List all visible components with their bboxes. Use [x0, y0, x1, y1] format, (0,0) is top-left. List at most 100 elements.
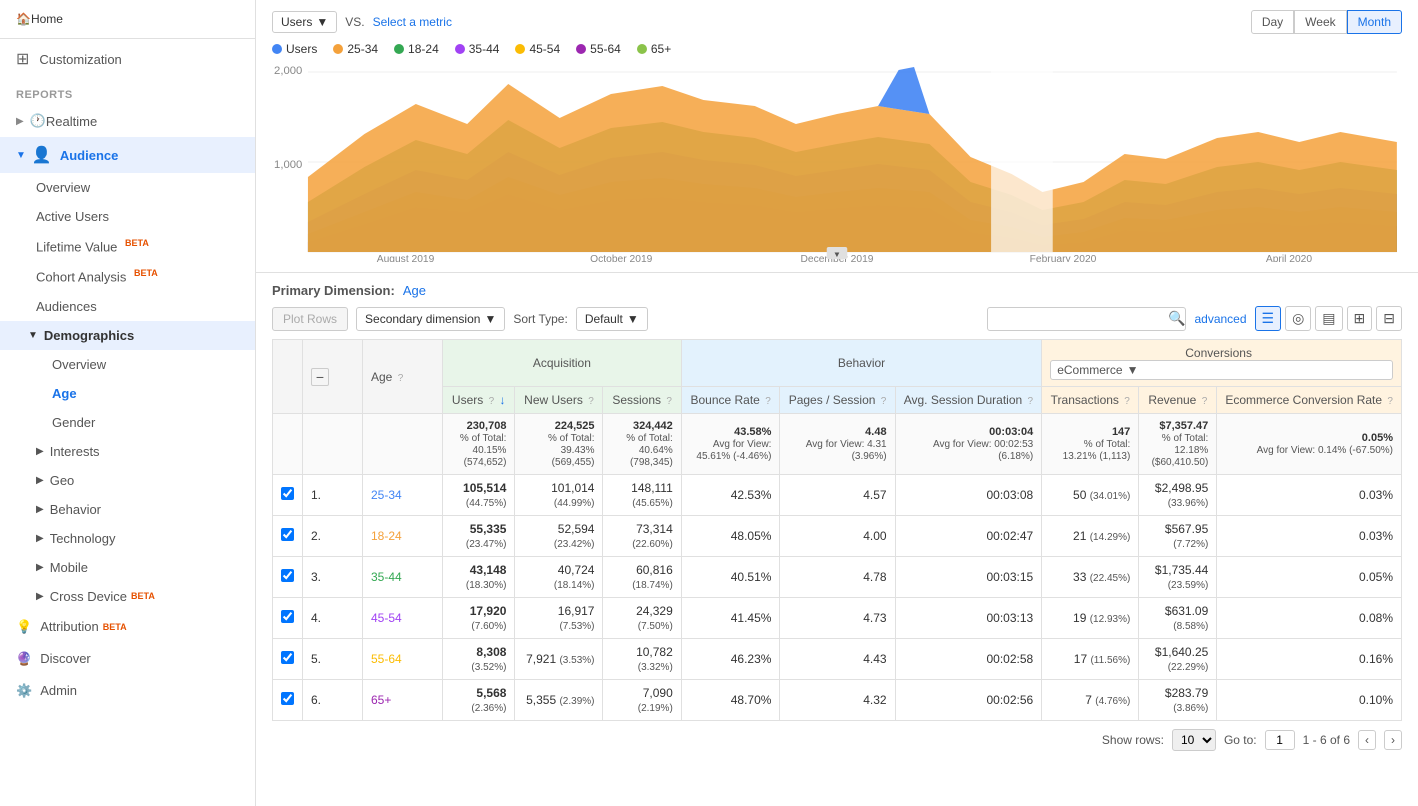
row-age-2[interactable]: 35-44 — [363, 557, 443, 598]
view-pie-btn[interactable]: ◎ — [1285, 306, 1311, 331]
th-ecommerce-conv[interactable]: Ecommerce Conversion Rate ? — [1217, 387, 1402, 414]
revenue-help[interactable]: ? — [1202, 396, 1208, 407]
search-button[interactable]: 🔍 — [1168, 310, 1185, 327]
row-age-0[interactable]: 25-34 — [363, 475, 443, 516]
row-avg-session-1: 00:02:47 — [895, 516, 1042, 557]
sidebar-realtime[interactable]: ▶ 🕐 Realtime — [0, 105, 255, 137]
behavior-label: Behavior — [50, 502, 101, 517]
sidebar-gender[interactable]: Gender — [0, 408, 255, 437]
users-help[interactable]: ? — [489, 396, 495, 407]
avg-session-help[interactable]: ? — [1028, 396, 1034, 407]
sidebar-mobile[interactable]: ▶ Mobile — [0, 553, 255, 582]
time-buttons: Day Week Month — [1251, 10, 1402, 34]
totals-users-pct: % of Total: 40.15% (574,652) — [460, 433, 507, 468]
sort-select[interactable]: Default ▼ — [576, 307, 648, 331]
sidebar-customization[interactable]: ⊞ Customization — [0, 39, 255, 79]
row-checkbox-4[interactable] — [273, 639, 303, 680]
sidebar-active-users[interactable]: Active Users — [0, 202, 255, 231]
th-pages-session[interactable]: Pages / Session ? — [780, 387, 895, 414]
minus-button[interactable]: − — [311, 368, 329, 386]
th-revenue[interactable]: Revenue ? — [1139, 387, 1217, 414]
customization-icon: ⊞ — [16, 49, 29, 69]
legend-dot-65plus — [637, 44, 647, 54]
row-checkbox-0[interactable] — [273, 475, 303, 516]
row-bounce-5: 48.70% — [681, 680, 780, 721]
sidebar-admin[interactable]: ⚙️ Admin — [0, 675, 255, 707]
legend-label-users: Users — [286, 42, 317, 56]
col-pages-session: Pages / Session — [789, 393, 876, 407]
plot-rows-button[interactable]: Plot Rows — [272, 307, 348, 331]
th-avg-session[interactable]: Avg. Session Duration ? — [895, 387, 1042, 414]
select-metric-link[interactable]: Select a metric — [373, 15, 452, 29]
page-range: 1 - 6 of 6 — [1303, 733, 1350, 747]
row-age-3[interactable]: 45-54 — [363, 598, 443, 639]
row-users-4: 8,308 (3.52%) — [443, 639, 515, 680]
ecommerce-select[interactable]: eCommerce ▼ — [1050, 360, 1393, 380]
time-btn-week[interactable]: Week — [1294, 10, 1346, 34]
sidebar-interests[interactable]: ▶ Interests — [0, 437, 255, 466]
th-sessions[interactable]: Sessions ? — [603, 387, 681, 414]
age-help-icon[interactable]: ? — [398, 373, 404, 384]
secondary-dimension-select[interactable]: Secondary dimension ▼ — [356, 307, 505, 331]
view-bar-btn[interactable]: ▤ — [1315, 306, 1342, 331]
sessions-help[interactable]: ? — [666, 396, 672, 407]
view-pivot-btn[interactable]: ⊞ — [1347, 306, 1373, 331]
sidebar-behavior[interactable]: ▶ Behavior — [0, 495, 255, 524]
primary-dim-value: Age — [403, 283, 426, 298]
sidebar-discover[interactable]: 🔮 Discover — [0, 643, 255, 675]
sidebar-audiences[interactable]: Audiences — [0, 292, 255, 321]
admin-label: Admin — [40, 683, 77, 698]
sidebar-technology[interactable]: ▶ Technology — [0, 524, 255, 553]
search-input[interactable] — [988, 308, 1168, 330]
sidebar-cohort-analysis[interactable]: Cohort Analysis BETA — [0, 261, 255, 291]
next-page-btn[interactable]: › — [1384, 730, 1402, 750]
rows-select[interactable]: 10 25 50 — [1172, 729, 1216, 751]
row-age-5[interactable]: 65+ — [363, 680, 443, 721]
sidebar-home[interactable]: 🏠 Home — [0, 0, 255, 39]
row-age-1[interactable]: 18-24 — [363, 516, 443, 557]
sidebar-overview[interactable]: Overview — [0, 173, 255, 202]
metric-select[interactable]: Users ▼ — [272, 11, 337, 33]
totals-users: 230,708 % of Total: 40.15% (574,652) — [443, 414, 515, 475]
new-users-help[interactable]: ? — [588, 396, 594, 407]
th-new-users[interactable]: New Users ? — [515, 387, 603, 414]
sidebar-demo-overview[interactable]: Overview — [0, 350, 255, 379]
row-checkbox-1[interactable] — [273, 516, 303, 557]
view-table-btn[interactable]: ☰ — [1255, 306, 1282, 331]
totals-num-cell — [303, 414, 363, 475]
ecommerce-conv-help[interactable]: ? — [1387, 396, 1393, 407]
row-checkbox-3[interactable] — [273, 598, 303, 639]
row-bounce-0: 42.53% — [681, 475, 780, 516]
row-revenue-5: $283.79 (3.86%) — [1139, 680, 1217, 721]
th-users[interactable]: Users ? ↓ — [443, 387, 515, 414]
sidebar-demographics[interactable]: ▼ Demographics — [0, 321, 255, 350]
th-bounce-rate[interactable]: Bounce Rate ? — [681, 387, 780, 414]
th-transactions[interactable]: Transactions ? — [1042, 387, 1139, 414]
time-btn-day[interactable]: Day — [1251, 10, 1294, 34]
behavior-arrow: ▶ — [36, 504, 44, 515]
sidebar-lifetime-value[interactable]: Lifetime Value BETA — [0, 231, 255, 261]
sidebar-geo[interactable]: ▶ Geo — [0, 466, 255, 495]
row-num-5: 6. — [303, 680, 363, 721]
mobile-arrow: ▶ — [36, 562, 44, 573]
row-age-4[interactable]: 55-64 — [363, 639, 443, 680]
row-revenue-3: $631.09 (8.58%) — [1139, 598, 1217, 639]
sidebar-attribution[interactable]: 💡 Attribution BETA — [0, 611, 255, 643]
advanced-link[interactable]: advanced — [1194, 312, 1246, 326]
prev-page-btn[interactable]: ‹ — [1358, 730, 1376, 750]
demographics-arrow: ▼ — [28, 330, 38, 341]
view-custom-btn[interactable]: ⊟ — [1376, 306, 1402, 331]
row-sessions-1: 73,314 (22.60%) — [603, 516, 681, 557]
transactions-help[interactable]: ? — [1124, 396, 1130, 407]
time-btn-month[interactable]: Month — [1347, 10, 1402, 34]
row-checkbox-2[interactable] — [273, 557, 303, 598]
table-row: 1. 25-34 105,514 (44.75%) 101,014 (44.99… — [273, 475, 1402, 516]
bounce-rate-help[interactable]: ? — [765, 396, 771, 407]
sidebar-cross-device[interactable]: ▶ Cross Device BETA — [0, 582, 255, 611]
pages-help[interactable]: ? — [881, 396, 887, 407]
row-checkbox-5[interactable] — [273, 680, 303, 721]
th-age[interactable]: Age ? — [363, 340, 443, 414]
goto-input[interactable] — [1265, 730, 1295, 750]
sidebar-age[interactable]: Age — [0, 379, 255, 408]
sidebar-audience[interactable]: ▼ 👤 Audience — [0, 137, 255, 173]
